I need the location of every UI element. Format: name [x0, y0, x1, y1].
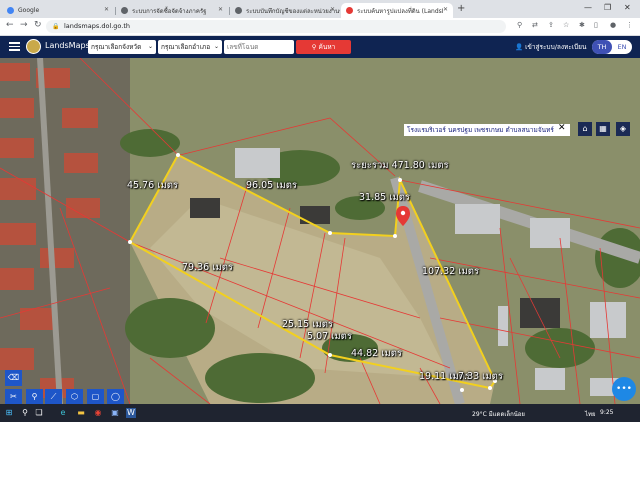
polygon-tool-icon[interactable]: ⬡: [66, 389, 83, 405]
tab-accounting[interactable]: ระบบบันทึกบัญชีของแต่ละหน่วยงานของรัฐ ✕: [230, 3, 340, 18]
close-tab-icon[interactable]: ✕: [330, 6, 335, 13]
extensions-icon[interactable]: ✱: [579, 21, 585, 29]
tab-title: ระบบบันทึกบัญชีของแต่ละหน่วยงานของรัฐ: [246, 7, 340, 15]
location-search-result[interactable]: โรงแรมริเวอร์ นครปฐม เพชรเกษม ตำบลสนามจั…: [404, 124, 570, 136]
measure-label: 45.76 เมตร: [127, 180, 178, 191]
satellite-map: [0, 58, 640, 404]
language-toggle[interactable]: TH EN: [592, 40, 632, 54]
menu-icon[interactable]: ⋮: [626, 21, 633, 29]
province-select-value: กรุณาเลือกจังหวัด: [91, 43, 142, 51]
task-view-icon[interactable]: ❏: [34, 408, 44, 418]
search-button[interactable]: ⚲ ค้นหา: [296, 40, 351, 54]
browser-toolbar: ← → ↻ 🔒 landsmaps.dol.go.th ⚲ ⇄ ⇪ ☆ ✱ ▯ …: [0, 18, 640, 36]
address-bar[interactable]: 🔒 landsmaps.dol.go.th: [46, 20, 506, 33]
home-icon[interactable]: ⌂: [578, 122, 592, 136]
system-clock[interactable]: 9:25: [600, 409, 613, 416]
measure-tools-icon[interactable]: ✂: [5, 389, 22, 405]
search-icon[interactable]: ⚲: [20, 408, 30, 418]
close-tab-icon[interactable]: ✕: [104, 6, 109, 13]
tab-google[interactable]: Google ✕: [2, 3, 114, 18]
profile-icon[interactable]: ●: [610, 21, 616, 29]
close-tab-icon[interactable]: ✕: [443, 6, 448, 13]
tab-landsmaps[interactable]: ระบบค้นหารูปแปลงที่ดิน (LandsMaps) ✕: [341, 3, 453, 18]
map-canvas[interactable]: ระยะรวม 471.80 เมตร 45.76 เมตร 96.05 เมต…: [0, 58, 640, 404]
district-select[interactable]: กรุณาเลือกอำเภอ ⌄: [158, 40, 222, 54]
new-tab-button[interactable]: +: [457, 3, 465, 14]
grid-icon[interactable]: ▦: [596, 122, 610, 136]
bookmark-star-icon[interactable]: ☆: [563, 21, 569, 29]
search-button-label: ค้นหา: [318, 43, 336, 51]
windows-start-icon[interactable]: ⊞: [4, 408, 14, 418]
circle-tool-icon[interactable]: ◯: [107, 389, 124, 405]
landsmaps-header: LandsMaps กรุณาเลือกจังหวัด ⌄ กรุณาเลือก…: [0, 36, 640, 58]
input-language[interactable]: ไทย: [585, 409, 596, 419]
measure-label: 44.82 เมตร: [351, 348, 402, 359]
brand-name: LandsMaps: [45, 41, 90, 50]
login-link[interactable]: 👤 เข้าสู่ระบบ/ลงทะเบียน: [515, 42, 586, 52]
eraser-icon[interactable]: ⌫: [5, 370, 22, 386]
layers-icon[interactable]: ◈: [616, 122, 630, 136]
reload-icon[interactable]: ↻: [34, 20, 42, 30]
globe-icon: [235, 7, 242, 14]
hamburger-menu-icon[interactable]: [9, 42, 20, 51]
file-explorer-icon[interactable]: ▬: [76, 408, 86, 418]
url-text: landsmaps.dol.go.th: [64, 22, 131, 30]
login-label: เข้าสู่ระบบ/ลงทะเบียน: [525, 43, 587, 51]
lang-th-option[interactable]: TH: [592, 40, 612, 54]
measure-label: 31.85 เมตร: [359, 192, 410, 203]
store-icon[interactable]: ▣: [110, 408, 120, 418]
tab-procurement[interactable]: ระบบการจัดซื้อจัดจ้างภาครัฐ ✕: [116, 3, 228, 18]
minimize-icon[interactable]: —: [584, 3, 592, 12]
user-icon: 👤: [515, 43, 526, 51]
dol-logo: [26, 39, 41, 54]
word-icon[interactable]: W: [126, 408, 136, 418]
browser-tab-strip: Google ✕ ระบบการจัดซื้อจัดจ้างภาครัฐ ✕ ร…: [0, 0, 640, 18]
measure-label: 7.33 เมตร: [458, 371, 503, 382]
line-tool-icon[interactable]: ⟋: [45, 389, 62, 405]
tab-title: Google: [18, 7, 40, 14]
measure-label: 96.05 เมตร: [246, 180, 297, 191]
chrome-icon[interactable]: ◉: [93, 408, 103, 418]
close-icon[interactable]: ✕: [558, 123, 566, 133]
translate-icon[interactable]: ⇄: [532, 21, 538, 29]
google-icon: [7, 7, 14, 14]
restore-icon[interactable]: ❐: [604, 3, 611, 12]
tab-title: ระบบค้นหารูปแปลงที่ดิน (LandsMaps): [357, 7, 443, 15]
district-select-value: กรุณาเลือกอำเภอ: [161, 43, 211, 51]
location-icon[interactable]: ⚲: [517, 21, 522, 29]
map-pin-icon: [346, 7, 353, 14]
search-icon: ⚲: [311, 43, 319, 51]
measure-label: 79.36 เมตร: [182, 262, 233, 273]
windows-taskbar: ⊞ ⚲ ❏ e ▬ ◉ ▣ W 29°C มีแดดเล็กน้อย ไทย 9…: [0, 404, 640, 422]
tab-title: ระบบการจัดซื้อจัดจ้างภาครัฐ: [132, 7, 207, 15]
lang-en-option[interactable]: EN: [612, 40, 632, 54]
share-icon[interactable]: ⇪: [548, 21, 554, 29]
measure-label: 5.07 เมตร: [307, 331, 352, 342]
globe-icon: [121, 7, 128, 14]
sidebar-icon[interactable]: ▯: [594, 21, 598, 29]
close-tab-icon[interactable]: ✕: [218, 6, 223, 13]
back-icon[interactable]: ←: [6, 20, 14, 30]
weather-widget[interactable]: 29°C มีแดดเล็กน้อย: [472, 409, 525, 419]
parcel-number-input[interactable]: [224, 40, 294, 54]
forward-icon[interactable]: →: [20, 20, 28, 30]
chevron-down-icon: ⌄: [147, 43, 153, 50]
pin-tool-icon[interactable]: ⚲: [26, 389, 43, 405]
more-options-icon[interactable]: •••: [612, 377, 636, 401]
edge-icon[interactable]: e: [58, 408, 68, 418]
measure-label: 107.32 เมตร: [422, 266, 480, 277]
close-window-icon[interactable]: ✕: [624, 3, 631, 12]
lock-icon: 🔒: [52, 23, 60, 30]
rectangle-tool-icon[interactable]: ▢: [87, 389, 104, 405]
province-select[interactable]: กรุณาเลือกจังหวัด ⌄: [88, 40, 156, 54]
chevron-down-icon: ⌄: [213, 43, 219, 50]
measure-label-total: ระยะรวม 471.80 เมตร: [351, 160, 449, 171]
